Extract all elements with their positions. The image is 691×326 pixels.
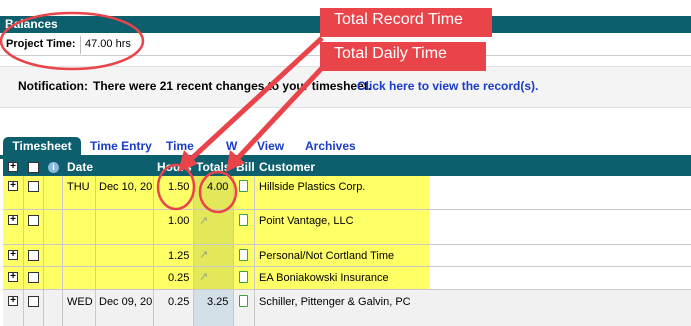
project-time-highlight-circle (0, 11, 145, 71)
callout-total-daily-time: Total Daily Time (320, 42, 486, 71)
callout-total-record-time: Total Record Time (320, 8, 492, 37)
totals-highlight-circle (198, 170, 238, 214)
daily-time-arrow (234, 66, 324, 162)
hours-highlight-circle (156, 163, 196, 211)
